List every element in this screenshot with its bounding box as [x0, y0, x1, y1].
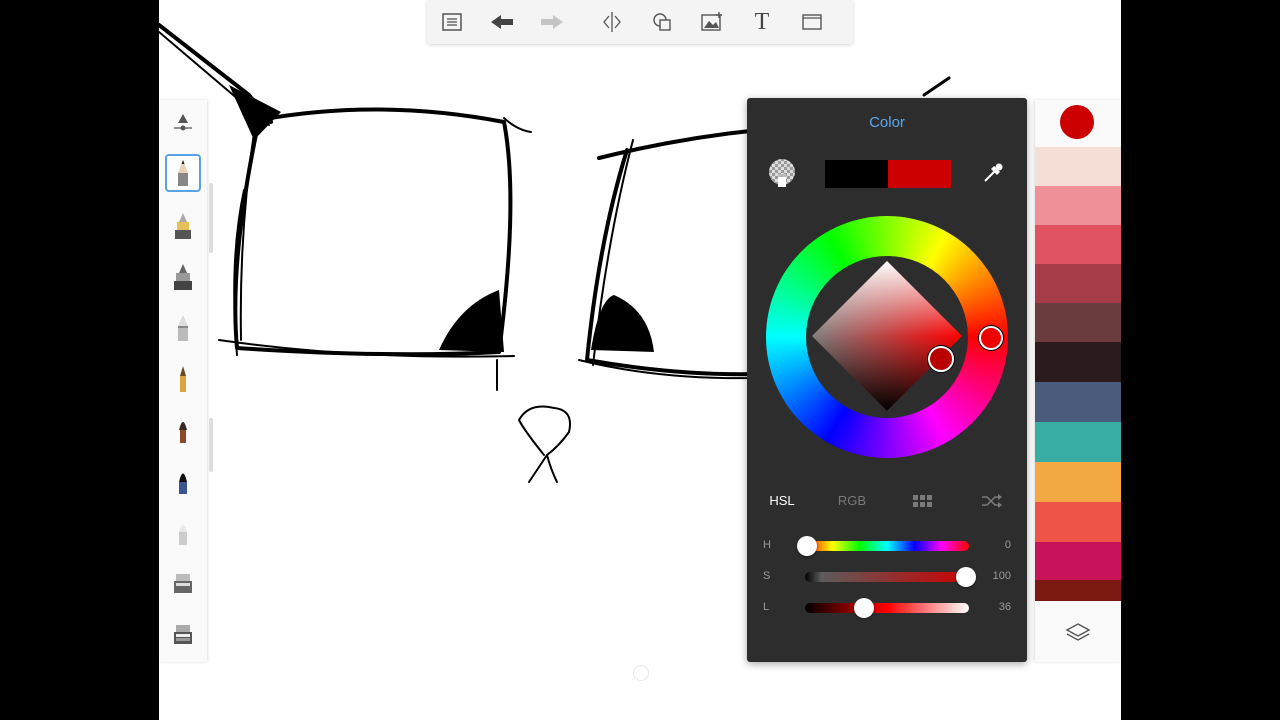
- brush-panel-scrollbar[interactable]: [209, 183, 213, 253]
- redo-icon: [541, 15, 563, 29]
- image-icon: [701, 12, 722, 31]
- tab-swatches[interactable]: [887, 488, 957, 517]
- saturation-slider-row: S 100: [747, 567, 1027, 587]
- brush-ballpoint[interactable]: [165, 359, 201, 397]
- transparent-color-icon[interactable]: [766, 158, 798, 188]
- lightness-slider-row: L 36: [747, 598, 1027, 618]
- fullscreen-icon: [802, 14, 822, 30]
- brush-size-button[interactable]: [165, 103, 201, 141]
- brush-marker[interactable]: [165, 206, 201, 244]
- palette-swatch[interactable]: [1035, 303, 1121, 342]
- previous-color-swatch[interactable]: [825, 160, 888, 188]
- brush-soft-eraser[interactable]: [165, 512, 201, 550]
- palette-swatch[interactable]: [1035, 462, 1121, 502]
- loading-indicator: [633, 665, 649, 681]
- pencil-icon: [178, 160, 188, 186]
- text-tool-button[interactable]: T: [737, 0, 787, 44]
- palette-swatch[interactable]: [1035, 580, 1121, 601]
- fullscreen-button[interactable]: [787, 0, 837, 44]
- palette-swatch[interactable]: [1035, 186, 1121, 225]
- shuffle-icon: [982, 494, 1002, 508]
- palette-swatch[interactable]: [1035, 342, 1121, 382]
- lightness-slider-knob[interactable]: [854, 598, 874, 618]
- current-color-swatch: [888, 160, 951, 188]
- brush-paint[interactable]: [165, 410, 201, 448]
- saturation-slider-track[interactable]: [805, 572, 969, 582]
- top-toolbar: T: [427, 0, 853, 44]
- grid-icon: [913, 495, 932, 507]
- eyedropper-icon[interactable]: [981, 161, 1005, 185]
- paint-brush-icon: [179, 422, 187, 443]
- marker-icon: [175, 213, 191, 239]
- hue-slider-value: 0: [1004, 539, 1011, 551]
- list-icon: [442, 13, 462, 31]
- undo-icon: [491, 15, 513, 29]
- brush-size-icon: [174, 114, 192, 131]
- text-icon: T: [754, 8, 770, 35]
- lightness-slider-track[interactable]: [805, 603, 969, 613]
- brush-pencil[interactable]: [165, 154, 201, 192]
- brush-fill[interactable]: [165, 563, 201, 601]
- redo-button[interactable]: [527, 0, 577, 44]
- palette-swatch[interactable]: [1035, 422, 1121, 462]
- gradient-fill-icon: [174, 625, 192, 644]
- color-panel: Color HSL RGB H 0 S 100 L 36: [747, 98, 1027, 662]
- brush-panel-scrollbar-lower[interactable]: [209, 418, 213, 472]
- shapes-button[interactable]: [637, 0, 687, 44]
- saturation-lightness-knob[interactable]: [928, 346, 954, 372]
- saturation-slider-knob[interactable]: [956, 567, 976, 587]
- list-button[interactable]: [427, 0, 477, 44]
- tab-random[interactable]: [957, 488, 1027, 517]
- brush-airbrush[interactable]: [165, 308, 201, 346]
- hue-slider-row: H 0: [747, 536, 1027, 556]
- symmetry-button[interactable]: [587, 0, 637, 44]
- shapes-icon: [653, 13, 671, 31]
- lightness-slider-value: 36: [998, 601, 1011, 613]
- undo-button[interactable]: [477, 0, 527, 44]
- color-palette-panel: [1035, 100, 1121, 662]
- symmetry-icon: [603, 12, 621, 32]
- hue-slider-knob[interactable]: [797, 536, 817, 556]
- felt-pen-icon: [174, 264, 192, 290]
- color-panel-title: Color: [869, 114, 905, 131]
- current-color-button[interactable]: [1060, 105, 1094, 139]
- saturation-lightness-diamond[interactable]: [807, 256, 967, 416]
- brush-felt-pen[interactable]: [165, 257, 201, 295]
- soft-eraser-icon: [179, 525, 187, 545]
- palette-swatch[interactable]: [1035, 382, 1121, 422]
- brush-ink[interactable]: [165, 461, 201, 499]
- airbrush-icon: [178, 315, 188, 341]
- layers-icon[interactable]: [1065, 622, 1091, 644]
- ballpoint-pen-icon: [180, 366, 186, 392]
- palette-swatch[interactable]: [1035, 147, 1121, 186]
- ink-brush-icon: [179, 473, 187, 494]
- palette-swatch[interactable]: [1035, 264, 1121, 303]
- palette-swatch[interactable]: [1035, 502, 1121, 542]
- brush-gradient-fill[interactable]: [165, 614, 201, 652]
- hue-wheel-knob[interactable]: [979, 326, 1003, 350]
- saturation-slider-value: 100: [992, 570, 1011, 582]
- color-mode-tabs: HSL RGB: [747, 488, 1027, 514]
- sketchbook-app: T Color HSL RGB H 0 S 100 L 36: [159, 0, 1121, 720]
- palette-swatch[interactable]: [1035, 542, 1121, 580]
- tab-hsl[interactable]: HSL: [747, 488, 817, 514]
- brush-panel: [159, 100, 207, 662]
- hue-slider-track[interactable]: [805, 541, 969, 551]
- tab-rgb[interactable]: RGB: [817, 488, 887, 514]
- add-image-button[interactable]: [687, 0, 737, 44]
- saturation-slider-label: S: [763, 570, 771, 582]
- hue-slider-label: H: [763, 539, 771, 551]
- palette-swatch[interactable]: [1035, 225, 1121, 264]
- fill-tool-icon: [174, 574, 192, 593]
- lightness-slider-label: L: [763, 601, 770, 613]
- color-compare-swatch: [825, 160, 951, 188]
